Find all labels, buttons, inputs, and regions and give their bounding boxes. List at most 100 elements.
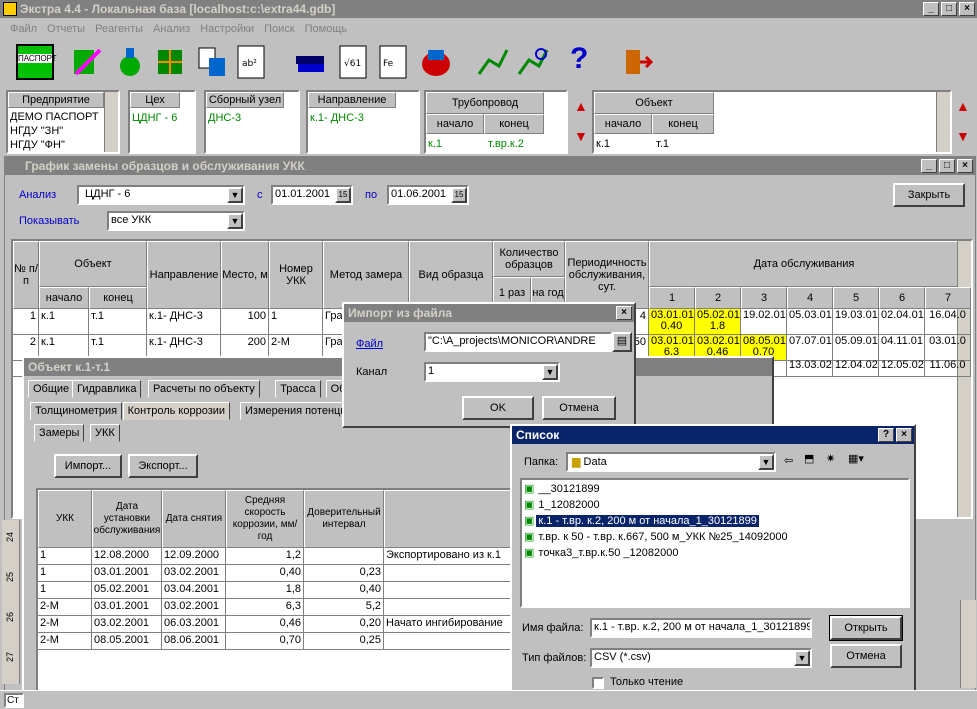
meas-cell[interactable]: 0,46 bbox=[226, 616, 304, 633]
file-item[interactable]: ▣ точка3_т.вр.к.50 _12082000 bbox=[524, 546, 680, 560]
back-icon[interactable]: ⇦ bbox=[784, 454, 793, 467]
meas-cell[interactable]: 08.06.2001 bbox=[162, 633, 226, 650]
service-date-cell[interactable]: 07.07.01 bbox=[787, 335, 833, 361]
network-search-icon[interactable] bbox=[515, 44, 551, 80]
meas-cell[interactable]: 1,8 bbox=[226, 582, 304, 599]
schedule-maximize-button[interactable]: □ bbox=[939, 159, 955, 173]
to-date-input[interactable]: 01.06.2001 15 bbox=[387, 185, 469, 205]
service-date-cell[interactable]: 16.04.0 bbox=[925, 309, 971, 335]
close-button[interactable]: × bbox=[959, 2, 975, 16]
node-list[interactable]: Сборный узел ДНС-3 bbox=[204, 90, 300, 154]
chemistry-icon[interactable]: Fe bbox=[378, 44, 410, 80]
network-icon[interactable] bbox=[475, 44, 511, 80]
folder-open-icon[interactable]: ▤ bbox=[612, 332, 632, 352]
calc-icon[interactable]: √61 bbox=[338, 44, 370, 80]
channel-dropdown-icon[interactable]: ▼ bbox=[542, 364, 558, 380]
passport-icon[interactable]: ПАСПОРТ bbox=[16, 44, 57, 80]
service-date-cell[interactable]: 03.01.01 0.40 bbox=[649, 309, 695, 335]
meas-cell[interactable]: 0,20 bbox=[304, 616, 384, 633]
menu-item-3[interactable]: Анализ bbox=[153, 20, 190, 38]
folder-dropdown-icon[interactable]: ▼ bbox=[758, 454, 774, 470]
folder-select[interactable]: ▆ Data ▼ bbox=[566, 452, 776, 472]
meas-cell[interactable]: 08.05.2001 bbox=[92, 633, 162, 650]
disk-icon[interactable] bbox=[418, 44, 454, 80]
to-calendar-icon[interactable]: 15 bbox=[451, 187, 467, 203]
schedule-close-button[interactable]: × bbox=[957, 159, 973, 173]
flask-icon[interactable] bbox=[112, 44, 148, 80]
view-menu-icon[interactable]: ▦▾ bbox=[848, 452, 864, 465]
menu-item-4[interactable]: Настройки bbox=[200, 20, 254, 38]
meas-cell[interactable]: 0,70 bbox=[226, 633, 304, 650]
meas-cell[interactable]: 5,2 bbox=[304, 599, 384, 616]
meas-cell[interactable] bbox=[304, 548, 384, 565]
show-dropdown-icon[interactable]: ▼ bbox=[227, 213, 243, 229]
analysis-dropdown-icon[interactable]: ▼ bbox=[227, 187, 243, 203]
service-date-cell[interactable]: 19.03.01 bbox=[833, 309, 879, 335]
meas-cell[interactable]: 2-М bbox=[38, 599, 92, 616]
direction-list[interactable]: Направление к.1- ДНС-3 bbox=[306, 90, 420, 154]
object-subtab2-0[interactable]: Замеры bbox=[34, 424, 85, 442]
import-button[interactable]: Импорт... bbox=[54, 454, 122, 478]
circuit-icon[interactable] bbox=[152, 44, 188, 80]
enterprise-scrollbar[interactable] bbox=[104, 92, 118, 152]
export-icon[interactable] bbox=[195, 44, 231, 80]
meas-cell[interactable]: 03.04.2001 bbox=[162, 582, 226, 599]
file-list[interactable]: ▣ __30121899 ▣ 1_12082000 ▣ к.1 - т.вр. к.2, … bbox=[520, 478, 910, 608]
file-item[interactable]: ▣ т.вр. к 50 - т.вр. к.667, 500 м_УКК №25… bbox=[524, 530, 790, 544]
meas-cell[interactable]: 1,2 bbox=[226, 548, 304, 565]
meas-cell[interactable]: 1 bbox=[38, 582, 92, 599]
list-cancel-button[interactable]: Отмена bbox=[830, 644, 902, 668]
service-date-cell[interactable]: 05.09.01 bbox=[833, 335, 879, 361]
from-calendar-icon[interactable]: 15 bbox=[335, 187, 351, 203]
meas-cell[interactable]: 05.02.2001 bbox=[92, 582, 162, 599]
enterprise-item[interactable]: НГДУ "ЗН" bbox=[10, 124, 99, 138]
right-scrollbar[interactable] bbox=[960, 600, 976, 688]
object-tab-2[interactable]: Расчеты по объекту bbox=[148, 380, 260, 398]
pipeline-list[interactable]: Трубопровод начало конец к.1 т.вр.к.2 bbox=[424, 90, 568, 154]
schedule-close-button-main[interactable]: Закрыть bbox=[893, 183, 965, 207]
analysis-select[interactable]: ЦДНГ - 6 ▼ bbox=[77, 185, 245, 205]
service-date-cell[interactable]: 02.04.01 bbox=[879, 309, 925, 335]
filetype-dropdown-icon[interactable]: ▼ bbox=[794, 650, 810, 666]
list-help-button[interactable]: ? bbox=[878, 428, 894, 442]
meas-cell[interactable]: 03.02.2001 bbox=[162, 599, 226, 616]
meas-cell[interactable]: 0,40 bbox=[304, 582, 384, 599]
service-date-cell[interactable]: 05.03.01 bbox=[787, 309, 833, 335]
menu-item-5[interactable]: Поиск bbox=[264, 20, 294, 38]
object-subtab2-1[interactable]: УКК bbox=[90, 424, 120, 442]
pipeline-down-arrow-icon[interactable]: ▼ bbox=[574, 128, 588, 144]
service-date-cell[interactable]: 13.03.02 bbox=[787, 359, 833, 377]
open-button[interactable]: Открыть bbox=[829, 615, 903, 641]
pipeline-up-arrow-icon[interactable]: ▲ bbox=[574, 98, 588, 114]
object-tab-0[interactable]: Общие bbox=[28, 380, 75, 398]
service-date-cell[interactable]: 19.02.01 bbox=[741, 309, 787, 335]
menu-item-2[interactable]: Реагенты bbox=[95, 20, 143, 38]
service-date-cell[interactable]: 04.11.01 bbox=[879, 335, 925, 361]
object-tab-1[interactable]: Гидравлика bbox=[72, 380, 142, 398]
file-input[interactable]: "C:\A_projects\MONICOR\ANDRE bbox=[424, 332, 612, 352]
filetype-select[interactable]: CSV (*.csv) ▼ bbox=[590, 648, 812, 668]
export-button[interactable]: Экспорт... bbox=[128, 454, 198, 478]
schedule-minimize-button[interactable]: _ bbox=[921, 159, 937, 173]
meas-cell[interactable]: 03.02.2001 bbox=[162, 565, 226, 582]
object-down-arrow-icon[interactable]: ▼ bbox=[956, 128, 970, 144]
meas-cell[interactable]: 2-М bbox=[38, 616, 92, 633]
service-date-cell[interactable]: 05.02.01 1.8 bbox=[695, 309, 741, 335]
service-date-cell[interactable]: 12.04.02 bbox=[833, 359, 879, 377]
shop-list[interactable]: Цех ЦДНГ - 6 bbox=[128, 90, 196, 154]
meas-cell[interactable]: 03.01.2001 bbox=[92, 565, 162, 582]
meas-cell[interactable]: 2-М bbox=[38, 633, 92, 650]
meas-cell[interactable]: 06.03.2001 bbox=[162, 616, 226, 633]
readonly-checkbox[interactable] bbox=[592, 677, 604, 689]
show-select[interactable]: все УКК ▼ bbox=[107, 211, 245, 231]
meas-cell[interactable]: 03.01.2001 bbox=[92, 599, 162, 616]
meas-cell[interactable]: 12.09.2000 bbox=[162, 548, 226, 565]
books-icon[interactable] bbox=[292, 44, 328, 80]
service-date-cell[interactable]: 03.01.0 bbox=[925, 335, 971, 361]
filename-input[interactable]: к.1 - т.вр. к.2, 200 м от начала_1_30121… bbox=[590, 618, 812, 638]
enterprise-item[interactable]: НГДУ "ФН" bbox=[10, 138, 99, 152]
menu-item-1[interactable]: Отчеты bbox=[47, 20, 85, 38]
maximize-button[interactable]: □ bbox=[941, 2, 957, 16]
object-tab-3[interactable]: Трасса bbox=[275, 380, 321, 398]
file-label[interactable]: Файл bbox=[356, 338, 383, 350]
